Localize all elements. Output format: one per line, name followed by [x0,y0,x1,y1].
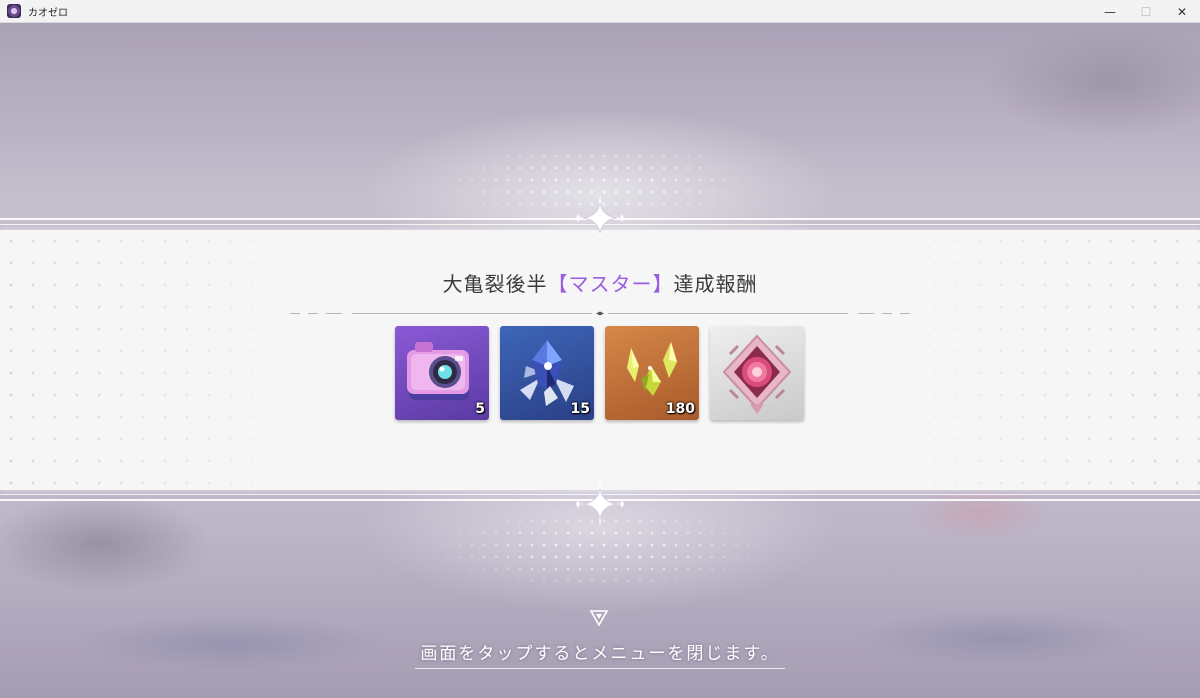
title-divider [290,300,910,316]
reward-items: 5 15 180 [395,326,804,420]
window-titlebar: カオゼロ — ☐ ✕ [0,0,1200,23]
game-screen[interactable]: 大亀裂後半【マスター】達成報酬 5 15 180 画面をタップするとメニューを閉… [0,23,1200,698]
item-count: 180 [665,401,695,417]
close-button[interactable]: ✕ [1164,0,1200,23]
maximize-button[interactable]: ☐ [1128,0,1164,23]
item-count: 15 [570,401,590,417]
item-count: 5 [475,401,485,417]
minimize-button[interactable]: — [1092,0,1128,23]
close-menu-hint: 画面をタップするとメニューを閉じます。 [420,644,780,664]
reward-title: 大亀裂後半【マスター】達成報酬 [0,268,1200,297]
reward-item-emblem[interactable] [710,326,804,420]
down-triangle-icon [589,609,609,627]
reward-item-camera[interactable]: 5 [395,326,489,420]
window-title: カオゼロ [28,7,68,19]
reward-title-prefix: 大亀裂後半 [442,272,548,296]
reward-item-gold-crystal[interactable]: 180 [605,326,699,420]
reward-title-difficulty: 【マスター】 [547,272,674,296]
reward-item-blue-crystal[interactable]: 15 [500,326,594,420]
hint-underline [415,668,785,669]
reward-title-suffix: 達成報酬 [673,272,758,296]
sparkle-icon [565,479,635,529]
app-icon [7,4,21,18]
emblem-icon [722,334,792,414]
window-controls: — ☐ ✕ [1092,0,1200,23]
sparkle-icon [565,193,635,243]
